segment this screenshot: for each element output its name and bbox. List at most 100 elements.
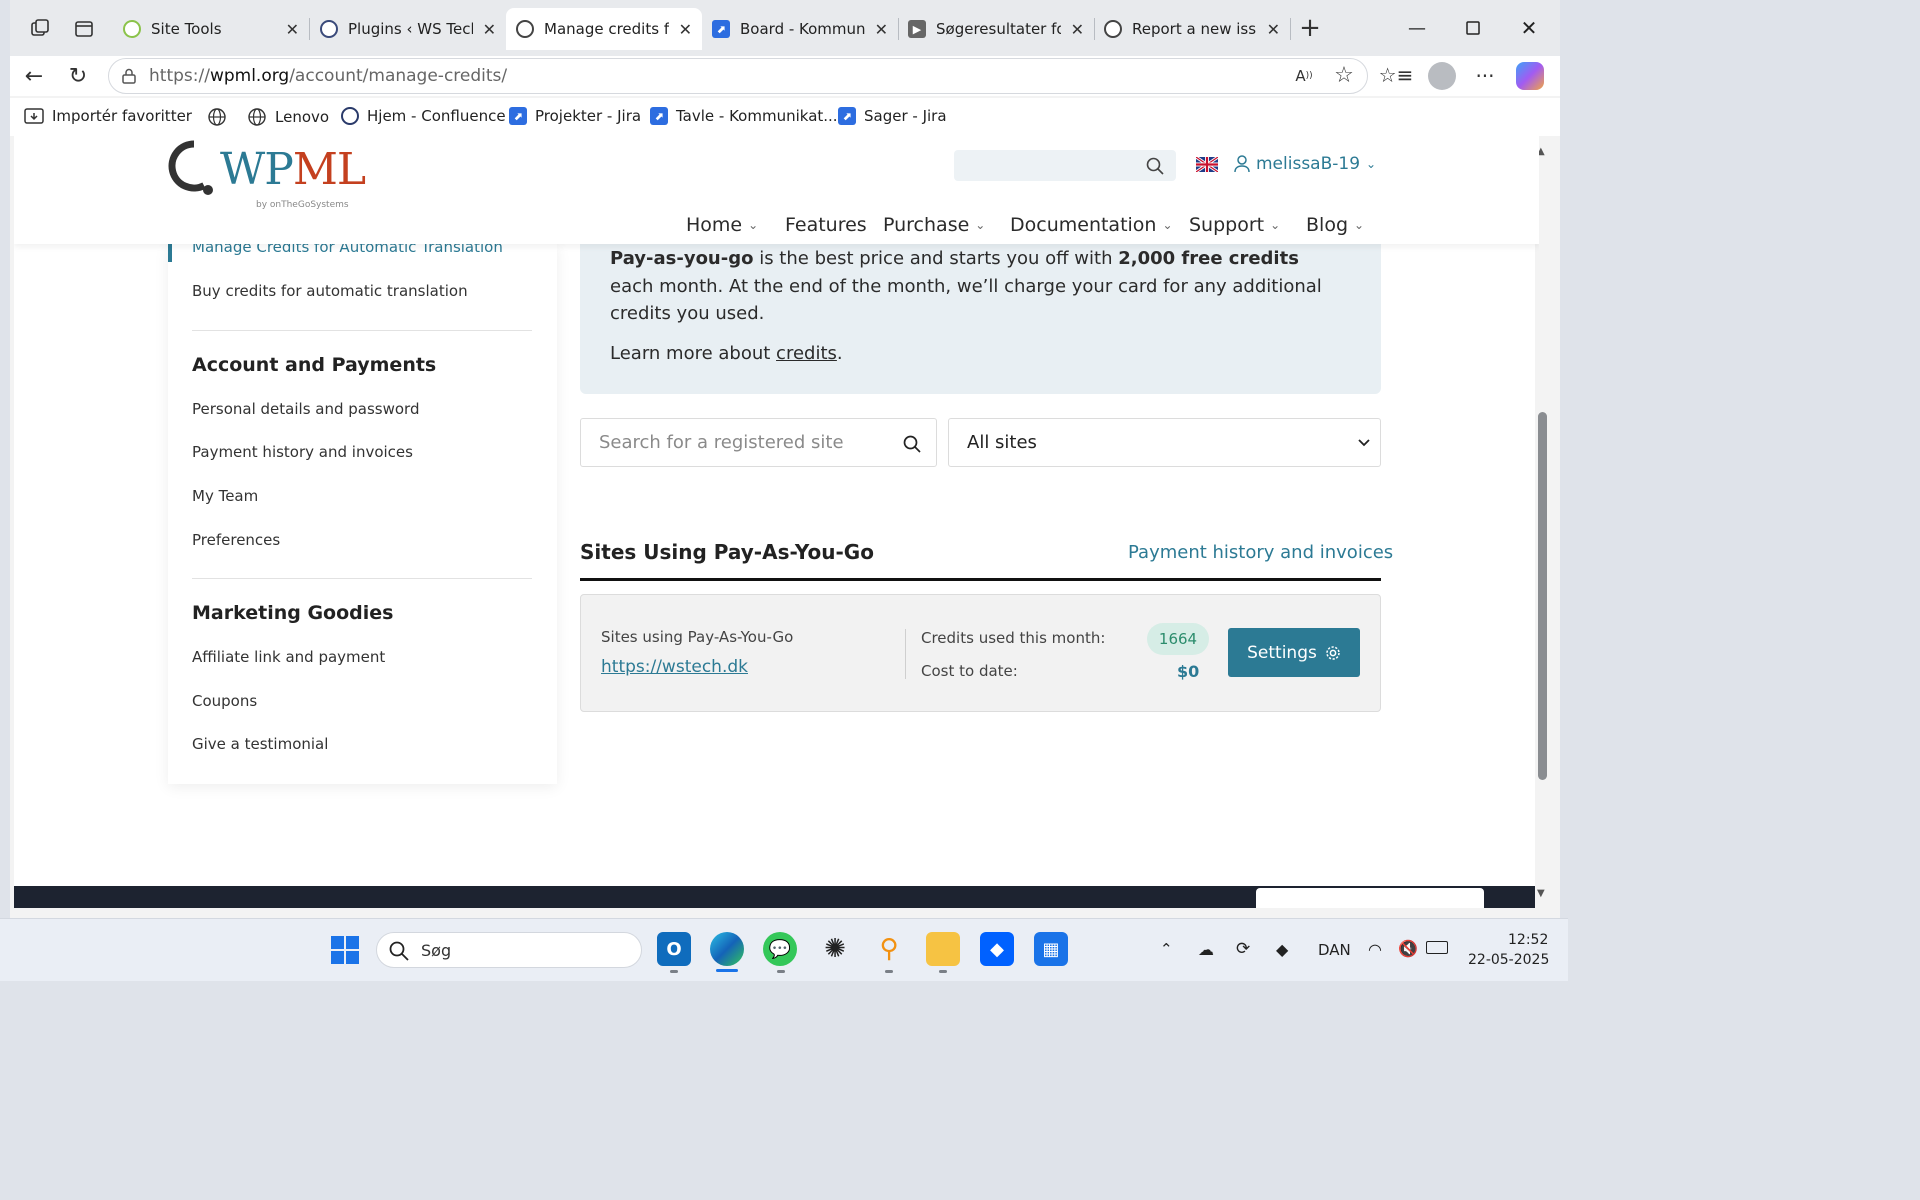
favorites-icon[interactable]: ☆≡ (1379, 63, 1414, 87)
onedrive-icon[interactable]: ☁ (1198, 940, 1214, 959)
payg-description: Pay-as-you-go is the best price and star… (610, 245, 1340, 328)
battery-icon[interactable] (1426, 941, 1448, 954)
nav-label: Support (1189, 214, 1265, 236)
search-icon (389, 941, 409, 961)
close-icon[interactable]: ✕ (483, 20, 496, 39)
store-icon[interactable]: ▦ (1034, 932, 1068, 966)
start-icon[interactable] (331, 936, 359, 964)
lock-icon[interactable] (120, 65, 138, 87)
uk-flag-icon[interactable] (1195, 155, 1219, 174)
close-icon[interactable]: ✕ (1267, 20, 1280, 39)
more-icon[interactable]: ··· (1473, 62, 1497, 90)
close-icon[interactable]: ✕ (679, 20, 692, 39)
maximize-icon[interactable] (1450, 10, 1496, 46)
minimize-icon[interactable]: — (1394, 10, 1440, 46)
close-icon[interactable]: ✕ (286, 20, 299, 39)
wifi-icon[interactable]: ◠ (1368, 940, 1382, 959)
site-search-input[interactable] (954, 150, 1176, 181)
bookmark-sager[interactable]: ⬈ Sager - Jira (838, 107, 947, 125)
sidebar-heading-account: Account and Payments (192, 354, 437, 376)
favorite-star-icon[interactable]: ☆ (1332, 63, 1356, 88)
url-prefix: https:// (149, 66, 210, 86)
close-window-icon[interactable]: ✕ (1506, 10, 1552, 46)
tab-report-issue[interactable]: Report a new issue ✕ (1094, 8, 1290, 50)
taskbar-search-input[interactable]: Søg (376, 932, 642, 968)
sidebar-item-personal-details[interactable]: Personal details and password (192, 400, 419, 418)
tab-manage-credits[interactable]: Manage credits for ✕ (506, 8, 702, 50)
dropbox-icon[interactable]: ◆ (980, 932, 1014, 966)
new-tab-icon[interactable]: + (1296, 13, 1324, 43)
settings-button[interactable]: Settings (1228, 628, 1360, 677)
nav-purchase[interactable]: Purchase ⌄ (883, 214, 985, 236)
sidebar-item-payment-history[interactable]: Payment history and invoices (192, 443, 413, 461)
bookmark-lenovo[interactable]: Lenovo (247, 107, 329, 127)
close-icon[interactable]: ✕ (1071, 20, 1084, 39)
user-menu[interactable]: melissaB-19 ⌄ (1234, 154, 1376, 174)
nav-home[interactable]: Home ⌄ (686, 214, 758, 236)
sidebar-item-preferences[interactable]: Preferences (192, 531, 280, 549)
sidebar-item-buy-credits[interactable]: Buy credits for automatic translation (192, 282, 468, 300)
section-underline (580, 578, 1381, 581)
sidebar-item-affiliate[interactable]: Affiliate link and payment (192, 648, 385, 666)
chat-widget-tab[interactable] (1256, 888, 1484, 908)
nav-blog[interactable]: Blog ⌄ (1306, 214, 1364, 236)
bookmark-import[interactable]: Importér favoritter (24, 107, 192, 125)
read-aloud-icon[interactable]: A)) (1292, 64, 1316, 88)
tab-actions-icon[interactable] (70, 16, 98, 42)
chatgpt-icon[interactable]: ✺ (818, 932, 852, 966)
credits-link[interactable]: credits (776, 343, 837, 364)
close-icon[interactable]: ✕ (875, 20, 888, 39)
bookmark-globe[interactable] (207, 107, 227, 127)
sidebar-heading-marketing: Marketing Goodies (192, 602, 394, 624)
wpml-logo[interactable]: WPML by onTheGoSystems (168, 140, 366, 212)
sidebar-item-coupons[interactable]: Coupons (192, 692, 257, 710)
chevron-up-icon[interactable]: ⌃ (1160, 940, 1173, 958)
url-text[interactable]: https://wpml.org/account/manage-credits/ (149, 66, 507, 86)
back-icon[interactable]: ← (20, 62, 48, 90)
search-app-icon[interactable]: ⚲ (872, 932, 906, 966)
tab-search-results[interactable]: ▶ Søgeresultater for ✕ (898, 8, 1094, 50)
bookmark-projekter[interactable]: ⬈ Projekter - Jira (509, 107, 641, 125)
profile-avatar[interactable] (1428, 62, 1456, 90)
search-icon[interactable] (1144, 155, 1166, 177)
tab-site-tools[interactable]: Site Tools ✕ (113, 8, 309, 50)
tab-label: Site Tools (151, 20, 222, 38)
volume-muted-icon[interactable]: 🔇 (1398, 939, 1418, 958)
chevron-down-icon: ⌄ (1162, 218, 1173, 232)
clock-time: 12:52 (1508, 932, 1549, 948)
workspaces-icon[interactable] (26, 16, 54, 42)
file-explorer-icon[interactable] (926, 932, 960, 966)
nav-documentation[interactable]: Documentation ⌄ (1010, 214, 1173, 236)
tab-board[interactable]: ⬈ Board - Kommunik ✕ (702, 8, 898, 50)
scrollbar-thumb[interactable] (1538, 412, 1547, 780)
bookmark-label: Lenovo (275, 108, 330, 126)
sync-icon[interactable]: ⟳ (1236, 939, 1250, 959)
sidebar-item-my-team[interactable]: My Team (192, 487, 258, 505)
payg-site-card: Sites using Pay-As-You-Go https://wstech… (580, 594, 1381, 712)
card-label: Sites using Pay-As-You-Go (601, 628, 794, 646)
tab-label: Report a new issue (1132, 20, 1257, 38)
credits-used-badge: 1664 (1147, 623, 1209, 655)
chat-app-icon[interactable]: 💬 (763, 932, 797, 966)
scroll-down-icon[interactable]: ▼ (1537, 888, 1545, 899)
tab-plugins[interactable]: Plugins ‹ WS Techn ✕ (310, 8, 506, 50)
site-url-link[interactable]: https://wstech.dk (601, 657, 748, 677)
language-indicator[interactable]: DAN (1318, 941, 1351, 959)
sites-filter-select[interactable]: All sites (948, 418, 1381, 467)
nav-features[interactable]: Features (785, 214, 867, 236)
search-icon[interactable] (901, 433, 923, 455)
edge-icon[interactable] (710, 932, 744, 966)
nav-support[interactable]: Support ⌄ (1189, 214, 1280, 236)
payment-history-link[interactable]: Payment history and invoices (1128, 542, 1393, 563)
sidebar-item-testimonial[interactable]: Give a testimonial (192, 735, 328, 753)
dropbox-tray-icon[interactable]: ◆ (1276, 940, 1288, 959)
bookmark-confluence[interactable]: Hjem - Confluence (341, 107, 506, 125)
bookmark-tavle[interactable]: ⬈ Tavle - Kommunikat... (650, 107, 838, 125)
copilot-icon[interactable] (1516, 62, 1544, 90)
select-value: All sites (967, 432, 1037, 453)
reload-icon[interactable]: ↻ (64, 62, 92, 90)
learn-suffix: . (836, 343, 843, 364)
tab-label: Søgeresultater for (936, 20, 1061, 38)
outlook-icon[interactable]: O (657, 932, 691, 966)
registered-site-search-input[interactable]: Search for a registered site (580, 418, 937, 467)
